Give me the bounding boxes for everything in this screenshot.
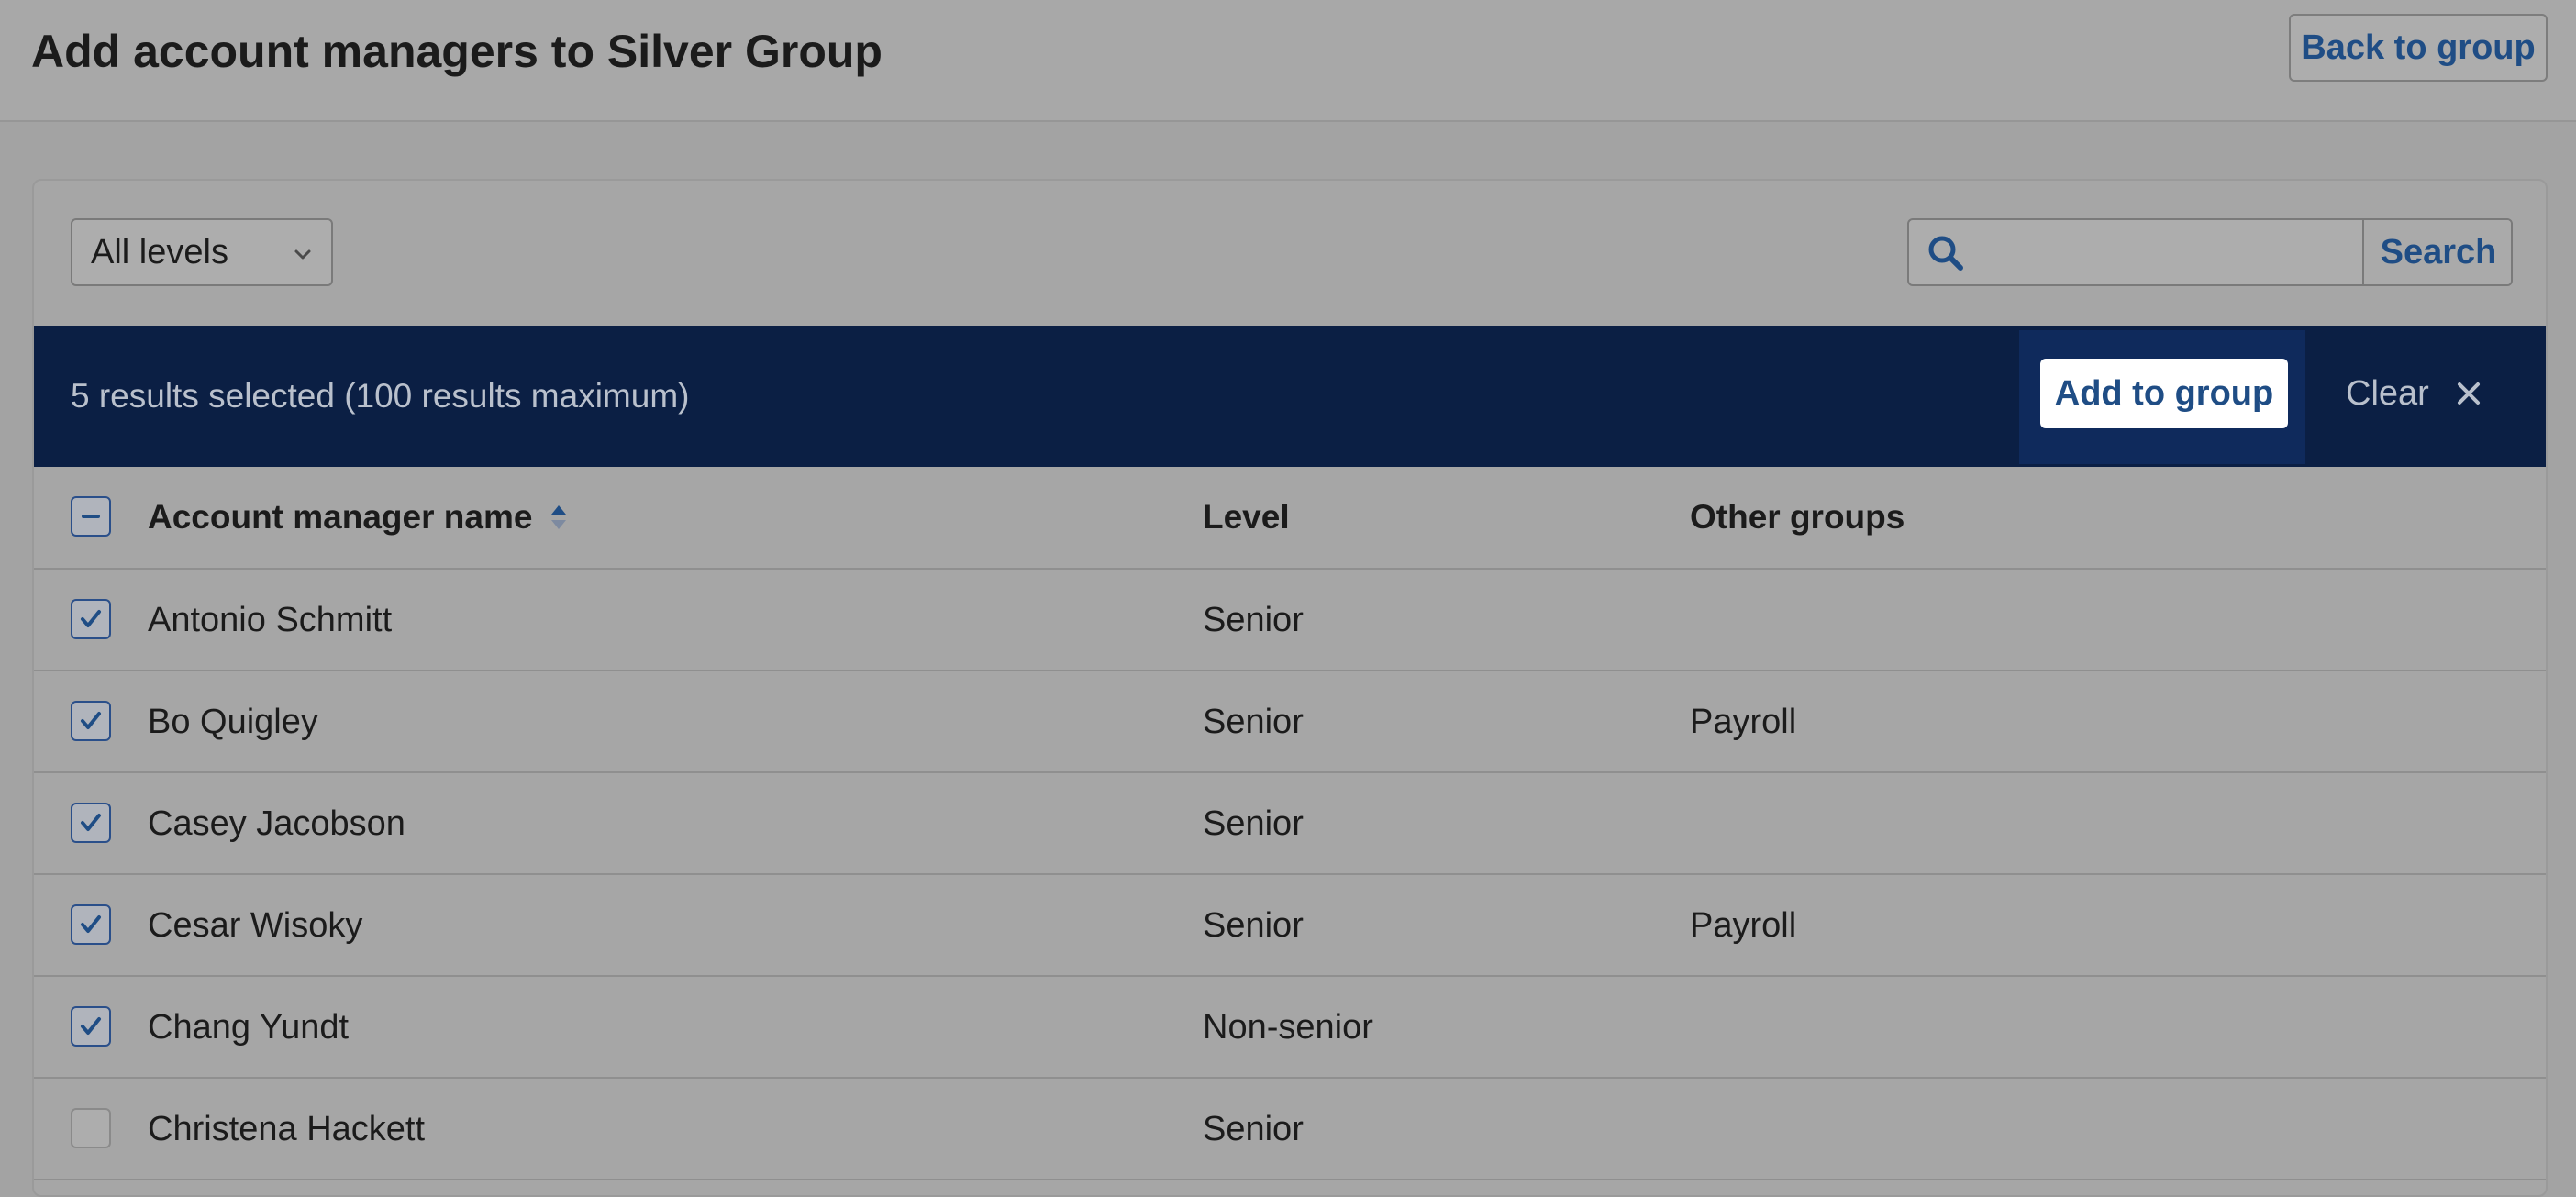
row-checkbox[interactable]	[71, 803, 111, 843]
page-title: Add account managers to Silver Group	[31, 26, 883, 77]
manager-name-cell: Casey Jacobson	[148, 804, 405, 843]
level-cell: Senior	[1203, 702, 1304, 741]
checkmark-icon	[81, 814, 101, 831]
table-row[interactable]: Bo Quigley Senior Payroll	[34, 671, 2546, 773]
level-cell: Senior	[1203, 1109, 1304, 1148]
level-filter-value: All levels	[91, 232, 228, 272]
table-row[interactable]: Chang Yundt Non-senior	[34, 977, 2546, 1079]
level-filter-select[interactable]: All levels	[71, 218, 333, 286]
column-header-name[interactable]: Account manager name	[148, 467, 569, 568]
checkmark-icon	[81, 1017, 101, 1035]
manager-name-cell: Chang Yundt	[148, 1007, 350, 1047]
search-box: Search	[1907, 218, 2513, 286]
close-icon	[2457, 382, 2480, 405]
manager-name-cell: Bo Quigley	[148, 702, 318, 741]
row-checkbox[interactable]	[71, 1108, 111, 1148]
checkmark-icon	[81, 610, 101, 627]
table-row[interactable]: Casey Jacobson Senior	[34, 773, 2546, 875]
selection-bar: 5 results selected (100 results maximum)…	[34, 326, 2546, 467]
results-card: All levels Search 5 results selected (10…	[32, 179, 2548, 1197]
chevron-down-icon	[294, 249, 311, 260]
page-header: Add account managers to Silver Group Bac…	[0, 0, 2576, 122]
column-header-level[interactable]: Level	[1203, 467, 1290, 568]
select-all-checkbox[interactable]	[71, 496, 111, 537]
clear-label: Clear	[2346, 373, 2429, 413]
search-icon	[1928, 236, 1963, 271]
row-checkbox[interactable]	[71, 701, 111, 741]
back-to-group-button[interactable]: Back to group	[2289, 14, 2548, 82]
table-row[interactable]: Antonio Schmitt Senior	[34, 570, 2546, 671]
column-header-other-groups: Other groups	[1690, 498, 1905, 536]
other-groups-cell: Payroll	[1690, 905, 1797, 945]
table-row[interactable]: Christena Hackett Senior	[34, 1079, 2546, 1180]
add-to-group-button[interactable]: Add to group	[2040, 359, 2288, 428]
level-cell: Non-senior	[1203, 1007, 1373, 1047]
manager-name-cell: Cesar Wisoky	[148, 905, 363, 945]
level-cell: Senior	[1203, 905, 1304, 945]
row-checkbox[interactable]	[71, 1006, 111, 1047]
checkmark-icon	[81, 712, 101, 729]
sort-icon	[551, 505, 567, 529]
level-cell: Senior	[1203, 804, 1304, 843]
level-cell: Senior	[1203, 600, 1304, 639]
account-managers-table: Account manager name Level Other groups …	[34, 467, 2546, 1180]
table-header-row: Account manager name Level Other groups	[34, 467, 2546, 570]
indeterminate-checkbox-icon	[82, 515, 100, 518]
column-header-name-label: Account manager name	[148, 498, 533, 536]
row-checkbox[interactable]	[71, 599, 111, 639]
clear-selection-button[interactable]: Clear	[2346, 359, 2482, 428]
row-checkbox[interactable]	[71, 904, 111, 945]
search-input[interactable]	[1979, 220, 2346, 284]
manager-name-cell: Antonio Schmitt	[148, 600, 393, 639]
checkmark-icon	[81, 915, 101, 933]
other-groups-cell: Payroll	[1690, 702, 1797, 741]
selection-count-text: 5 results selected (100 results maximum)	[71, 377, 690, 415]
manager-name-cell: Christena Hackett	[148, 1109, 426, 1148]
search-button[interactable]: Search	[2362, 220, 2511, 284]
table-row[interactable]: Cesar Wisoky Senior Payroll	[34, 875, 2546, 977]
